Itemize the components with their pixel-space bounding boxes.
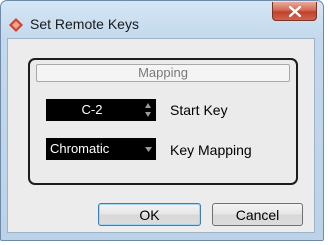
start-key-field[interactable]: C-2 [46, 99, 156, 121]
mapping-panel: Mapping [28, 58, 298, 185]
ok-button[interactable]: OK [98, 203, 201, 226]
close-button[interactable] [272, 2, 317, 21]
spinner-arrows-icon[interactable] [144, 102, 152, 118]
key-mapping-label: Key Mapping [170, 142, 252, 158]
chevron-down-icon [145, 147, 152, 152]
cancel-button[interactable]: Cancel [212, 203, 303, 226]
window-title: Set Remote Keys [30, 16, 139, 32]
app-icon [9, 18, 23, 32]
start-key-label: Start Key [170, 102, 228, 118]
key-mapping-select[interactable]: Chromatic [46, 138, 156, 160]
key-mapping-value: Chromatic [50, 141, 110, 156]
title-bar[interactable]: Set Remote Keys [1, 1, 323, 39]
mapping-header: Mapping [36, 64, 290, 82]
start-key-value: C-2 [81, 102, 103, 117]
close-icon [289, 6, 301, 17]
